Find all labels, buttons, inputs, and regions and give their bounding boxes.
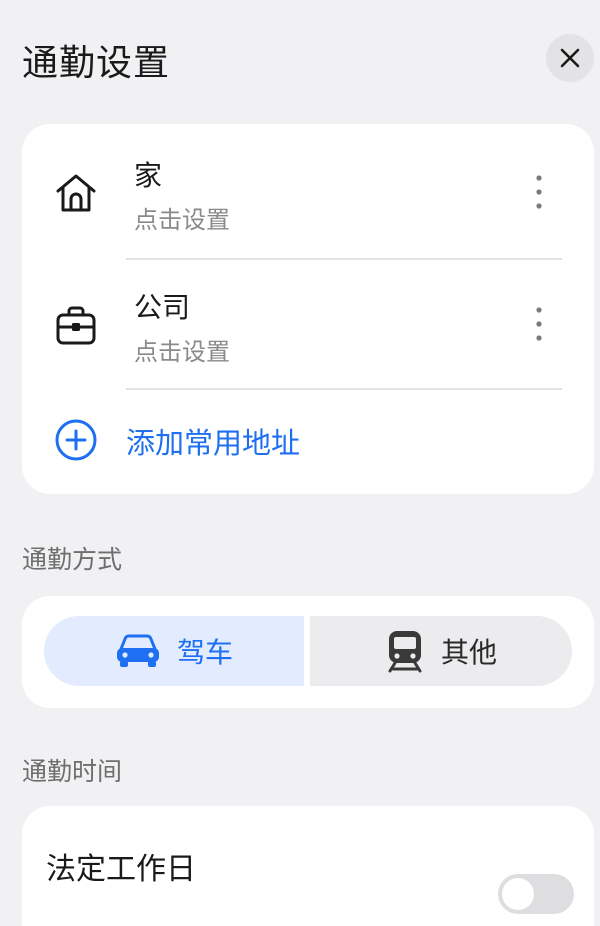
car-icon xyxy=(116,634,159,667)
section-label-commute-time: 通勤时间 xyxy=(22,757,123,786)
briefcase-icon xyxy=(56,306,96,345)
add-circle-icon xyxy=(55,419,97,461)
header: 通勤设置 xyxy=(0,0,600,120)
section-label-commute-mode: 通勤方式 xyxy=(22,545,123,574)
commute-mode-card: 驾车 其他 xyxy=(22,596,594,708)
train-icon xyxy=(388,631,422,673)
home-icon xyxy=(56,174,96,212)
commute-time-card: 法定工作日 xyxy=(22,806,594,926)
workday-toggle[interactable] xyxy=(498,874,574,914)
divider xyxy=(126,388,562,390)
add-address-label: 添加常用地址 xyxy=(126,426,301,460)
address-name-home: 家 xyxy=(134,159,163,192)
workday-title: 法定工作日 xyxy=(46,852,196,887)
more-vertical-icon[interactable] xyxy=(528,304,550,344)
address-item-home[interactable]: 家 点击设置 xyxy=(22,124,594,254)
add-address-button[interactable]: 添加常用地址 xyxy=(22,392,594,486)
close-button[interactable] xyxy=(546,34,594,82)
address-name-office: 公司 xyxy=(134,291,191,324)
commute-mode-other[interactable]: 其他 xyxy=(310,616,572,686)
address-subtitle-home: 点击设置 xyxy=(134,206,230,234)
commute-mode-other-label: 其他 xyxy=(440,636,497,669)
address-item-office[interactable]: 公司 点击设置 xyxy=(22,256,594,386)
commute-mode-drive-label: 驾车 xyxy=(176,636,233,669)
address-card: 家 点击设置 公司 点击设置 添加常用地址 xyxy=(22,124,594,494)
close-icon xyxy=(560,48,580,68)
commute-mode-drive[interactable]: 驾车 xyxy=(44,616,304,686)
more-vertical-icon[interactable] xyxy=(528,172,550,212)
page-title: 通勤设置 xyxy=(22,43,171,84)
address-subtitle-office: 点击设置 xyxy=(134,338,230,366)
